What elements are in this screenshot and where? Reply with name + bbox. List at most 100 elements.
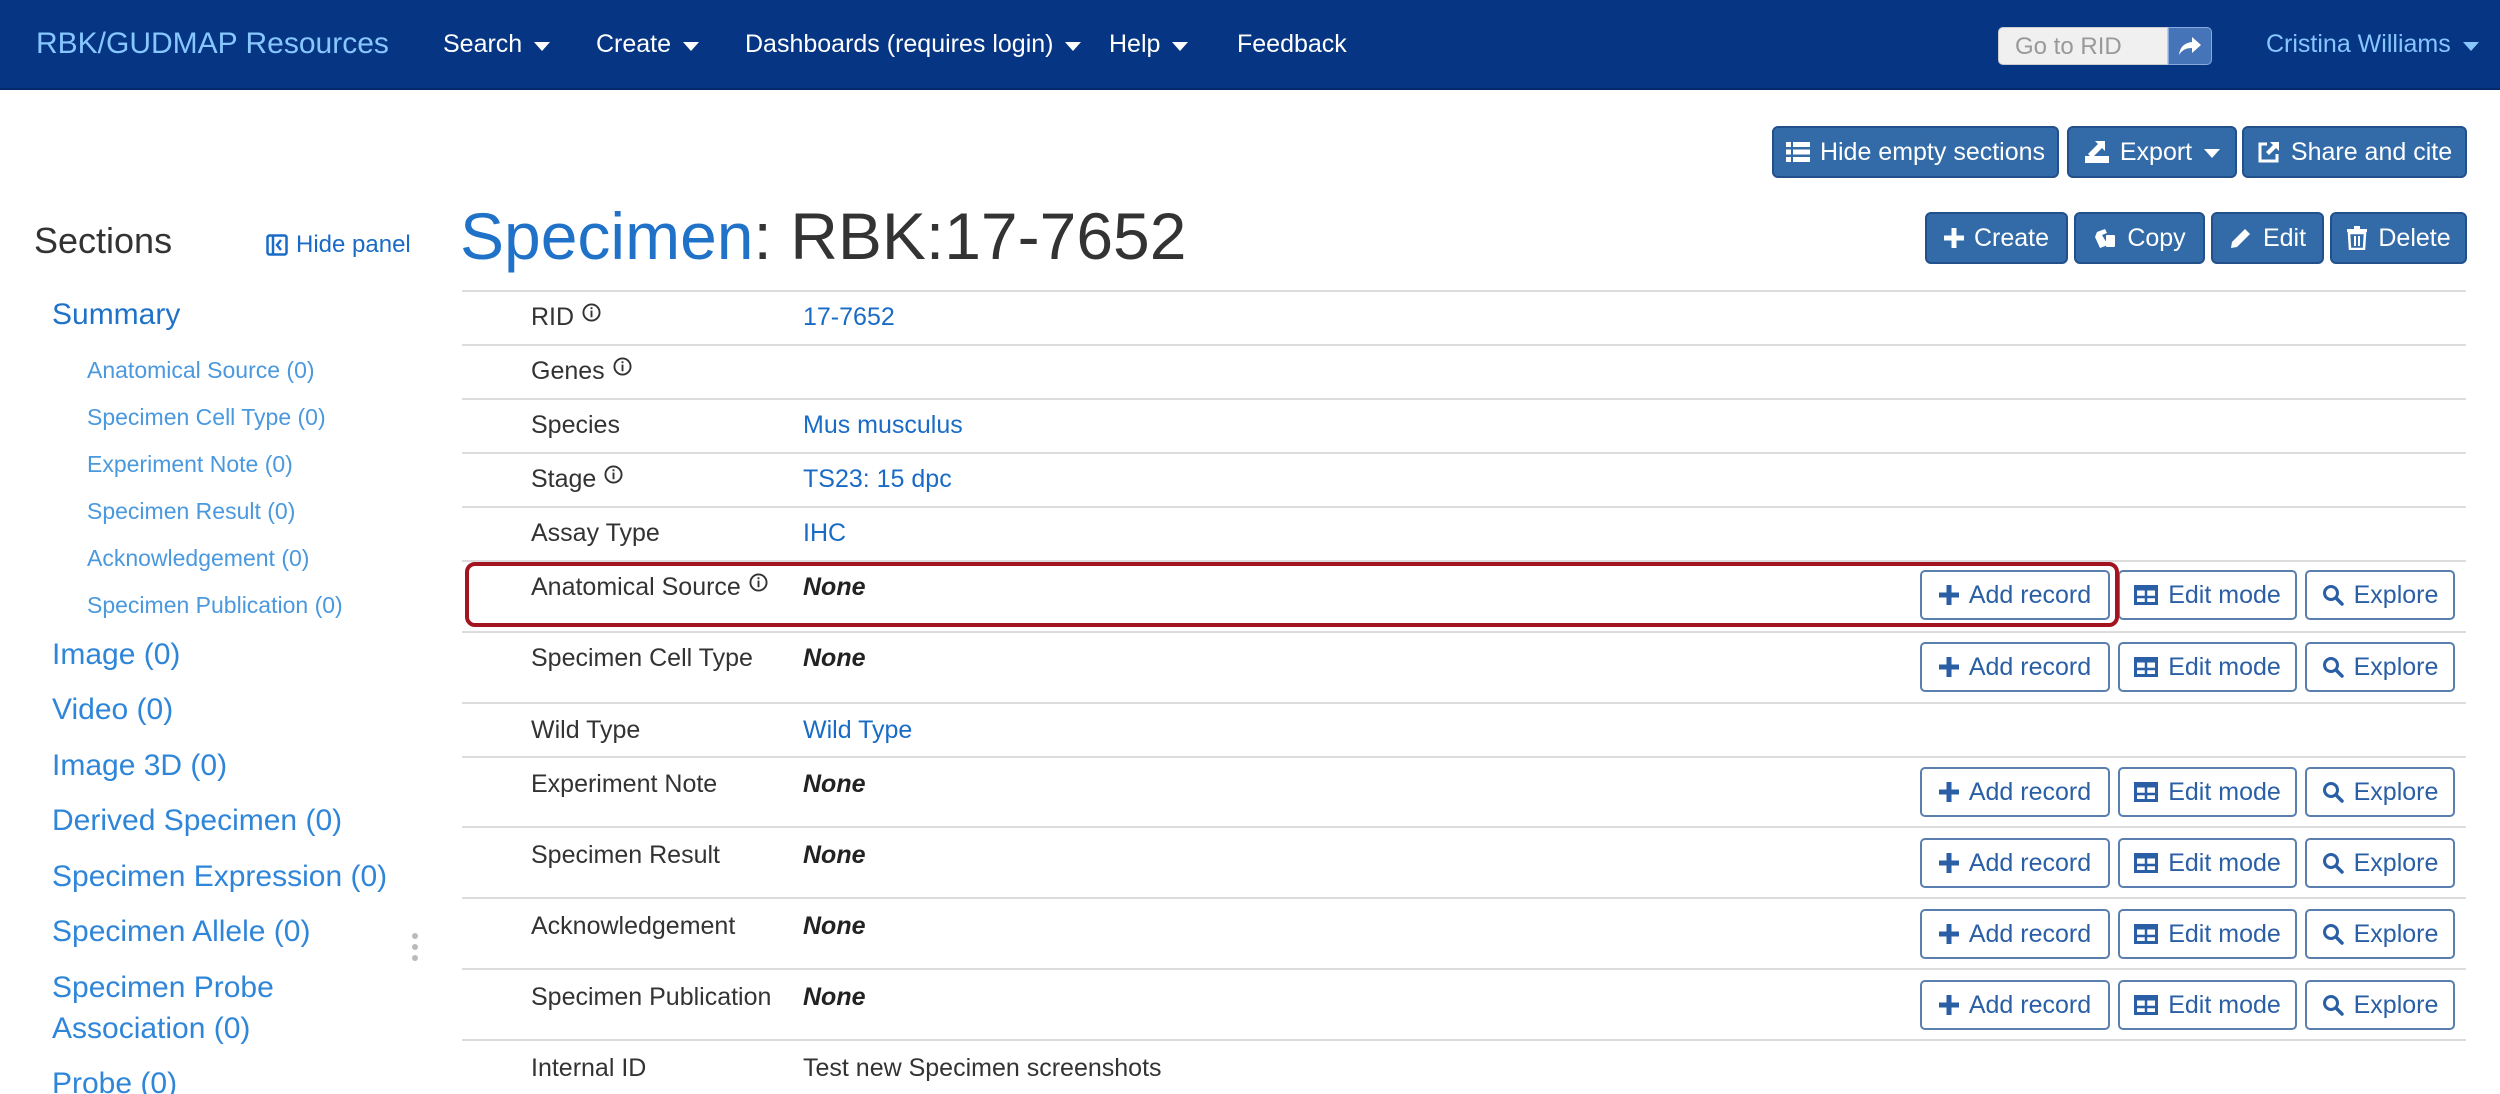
anatomical-source-edit-mode-button[interactable]: Edit mode — [2118, 570, 2297, 620]
anatomical-source-explore-button[interactable]: Explore — [2305, 570, 2455, 620]
sections-heading: Sections — [34, 220, 173, 261]
explore-label: Explore — [2353, 580, 2439, 609]
stage-label-text: Stage — [531, 465, 597, 493]
explore-label: Explore — [2353, 919, 2439, 948]
row-label-genes: Genes — [531, 357, 632, 386]
specimen-cell-type-value: None — [803, 644, 866, 672]
export-button[interactable]: Export — [2067, 126, 2237, 178]
toc-specimen-probe-association-cont[interactable]: Association (0) — [52, 1012, 250, 1046]
wild-type-value-link[interactable]: Wild Type — [803, 716, 912, 745]
species-value-link[interactable]: Mus musculus — [803, 411, 963, 440]
specimen-result-label-text: Specimen Result — [531, 841, 720, 869]
page-title: Specimen: RBK:17-7652 — [460, 198, 1186, 274]
specimen-cell-type-add-record-button[interactable]: Add record — [1920, 642, 2110, 692]
specimen-publication-add-record-button[interactable]: Add record — [1920, 980, 2110, 1030]
row-divider — [462, 452, 2466, 454]
assay-type-value-link[interactable]: IHC — [803, 519, 846, 548]
row-label-internal-id: Internal ID — [531, 1054, 646, 1083]
edit-mode-label: Edit mode — [2168, 777, 2281, 806]
edit-button[interactable]: Edit — [2211, 212, 2324, 264]
table-icon — [2134, 924, 2159, 944]
toc-anatomical-source[interactable]: Anatomical Source (0) — [87, 357, 315, 384]
toc-acknowledgement[interactable]: Acknowledgement (0) — [87, 545, 309, 572]
explore-label: Explore — [2353, 777, 2439, 806]
specimen-cell-type-explore-button[interactable]: Explore — [2305, 642, 2455, 692]
create-button[interactable]: Create — [1925, 212, 2068, 264]
add-record-label: Add record — [1968, 919, 2092, 948]
nav-create-menu[interactable]: Create — [596, 30, 700, 59]
caret-down-icon — [1172, 41, 1189, 51]
info-icon[interactable] — [582, 303, 601, 322]
toc-probe[interactable]: Probe (0) — [52, 1067, 177, 1094]
row-divider — [462, 968, 2466, 970]
copy-button[interactable]: Copy — [2074, 212, 2205, 264]
toc-summary[interactable]: Summary — [52, 298, 180, 332]
delete-button[interactable]: Delete — [2330, 212, 2467, 264]
toc-specimen-allele[interactable]: Specimen Allele (0) — [52, 915, 310, 949]
edit-mode-label: Edit mode — [2168, 652, 2281, 681]
toc-image[interactable]: Image (0) — [52, 638, 180, 672]
go-to-rid-input[interactable]: Go to RID — [1998, 27, 2168, 65]
add-record-label: Add record — [1968, 777, 2092, 806]
table-icon — [2134, 853, 2159, 873]
internal-id-label-text: Internal ID — [531, 1054, 647, 1082]
trash-icon — [2347, 226, 2368, 250]
edit-mode-label: Edit mode — [2168, 580, 2281, 609]
hide-empty-sections-button[interactable]: Hide empty sections — [1772, 126, 2059, 178]
specimen-publication-explore-button[interactable]: Explore — [2305, 980, 2455, 1030]
nav-feedback-link[interactable]: Feedback — [1237, 30, 1347, 59]
info-icon[interactable] — [613, 357, 632, 376]
acknowledgement-add-record-button[interactable]: Add record — [1920, 909, 2110, 959]
row-label-wild-type: Wild Type — [531, 716, 640, 745]
row-divider — [462, 897, 2466, 899]
hide-empty-sections-label: Hide empty sections — [1819, 137, 2046, 166]
toc-specimen-probe-association[interactable]: Specimen Probe — [52, 971, 274, 1005]
toc-specimen-cell-type[interactable]: Specimen Cell Type (0) — [87, 404, 326, 431]
row-divider — [462, 702, 2466, 704]
plus-icon — [1938, 782, 1959, 802]
stage-value-link[interactable]: TS23: 15 dpc — [803, 465, 952, 494]
drag-handle-icon[interactable] — [411, 932, 419, 962]
edit-label: Edit — [2262, 223, 2307, 252]
experiment-note-label-text: Experiment Note — [531, 770, 718, 798]
specimen-result-add-record-button[interactable]: Add record — [1920, 838, 2110, 888]
experiment-note-explore-button[interactable]: Explore — [2305, 767, 2455, 817]
internal-id-value: Test new Specimen screenshots — [803, 1054, 1162, 1082]
toc-specimen-result[interactable]: Specimen Result (0) — [87, 498, 295, 525]
species-label-text: Species — [531, 411, 620, 439]
nav-help-menu[interactable]: Help — [1109, 30, 1189, 59]
specimen-cell-type-edit-mode-button[interactable]: Edit mode — [2118, 642, 2297, 692]
rid-label-text: RID — [531, 303, 575, 331]
toc-derived-specimen[interactable]: Derived Specimen (0) — [52, 804, 342, 838]
info-icon[interactable] — [604, 465, 623, 484]
specimen-publication-edit-mode-button[interactable]: Edit mode — [2118, 980, 2297, 1030]
plus-icon — [1938, 853, 1959, 873]
rid-value-link[interactable]: 17-7652 — [803, 303, 895, 332]
explore-label: Explore — [2353, 652, 2439, 681]
toc-experiment-note[interactable]: Experiment Note (0) — [87, 451, 293, 478]
nav-search-menu[interactable]: Search — [443, 30, 551, 59]
toc-specimen-expression[interactable]: Specimen Expression (0) — [52, 860, 387, 894]
experiment-note-edit-mode-button[interactable]: Edit mode — [2118, 767, 2297, 817]
toc-video[interactable]: Video (0) — [52, 693, 173, 727]
toc-specimen-publication[interactable]: Specimen Publication (0) — [87, 592, 343, 619]
acknowledgement-edit-mode-button[interactable]: Edit mode — [2118, 909, 2297, 959]
acknowledgement-explore-button[interactable]: Explore — [2305, 909, 2455, 959]
specimen-publication-value: None — [803, 983, 866, 1011]
share-and-cite-button[interactable]: Share and cite — [2242, 126, 2467, 178]
specimen-result-edit-mode-button[interactable]: Edit mode — [2118, 838, 2297, 888]
specimen-result-explore-button[interactable]: Explore — [2305, 838, 2455, 888]
experiment-note-add-record-button[interactable]: Add record — [1920, 767, 2110, 817]
user-menu[interactable]: Cristina Williams — [2266, 30, 2479, 59]
search-icon — [2322, 853, 2344, 874]
table-name-link[interactable]: Specimen — [460, 199, 754, 273]
search-icon — [2322, 657, 2344, 678]
explore-label: Explore — [2353, 848, 2439, 877]
list-icon — [1785, 142, 1810, 162]
hide-panel-link[interactable]: Hide panel — [266, 231, 411, 259]
nav-dashboards-menu[interactable]: Dashboards (requires login) — [745, 30, 1082, 59]
highlight-anatomical-source-row — [465, 562, 2119, 627]
go-to-rid-button[interactable] — [2168, 27, 2212, 65]
toc-image-3d[interactable]: Image 3D (0) — [52, 749, 227, 783]
brand-link[interactable]: RBK/GUDMAP Resources — [36, 27, 389, 61]
